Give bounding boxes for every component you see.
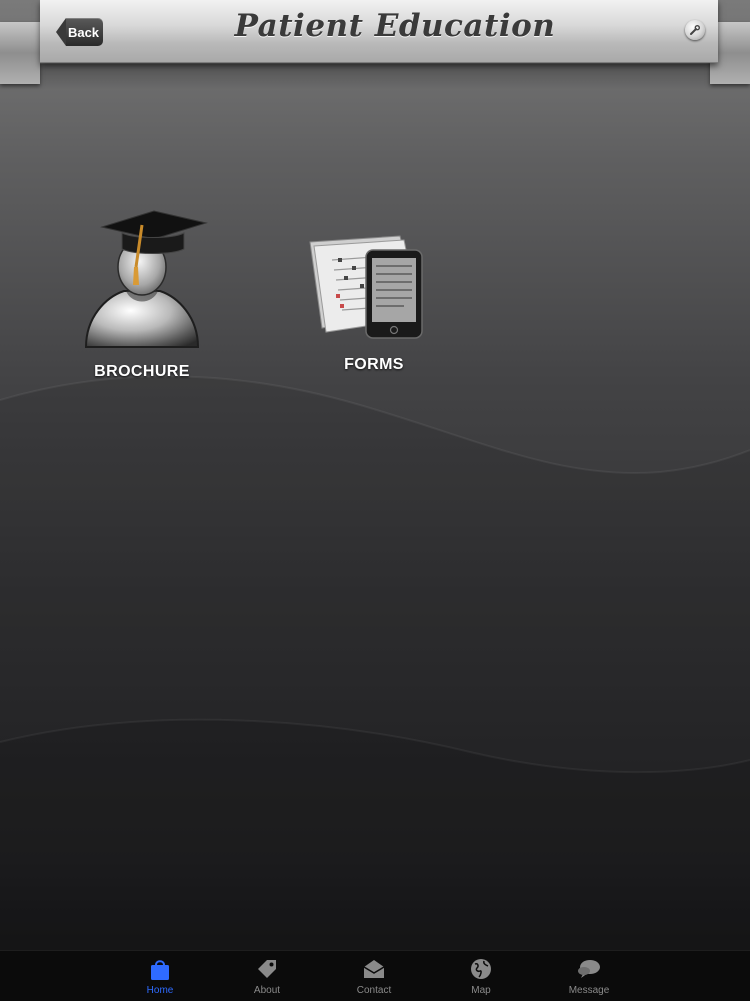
tab-bar: Home About Contact Map Message [0,950,750,1001]
tab-message[interactable]: Message [549,955,629,999]
forms-label: FORMS [344,356,404,373]
page-title: Patient Education [234,8,556,44]
wrench-icon [690,25,701,35]
tab-contact-label: Contact [356,985,392,996]
tab-home-label: Home [146,985,174,996]
envelope-icon [363,960,385,978]
tab-contact[interactable]: Contact [334,955,414,999]
tab-about-label: About [253,985,281,996]
tab-map-label: Map [471,985,491,996]
settings-button[interactable] [685,20,705,40]
header: Back Patient Education [0,0,750,90]
banner-end-left [0,22,40,84]
back-arrow-icon [56,18,66,46]
grid-item-forms[interactable]: FORMS [300,228,448,374]
bag-icon [151,960,169,980]
brochure-label: BROCHURE [94,363,190,380]
background-waves [0,375,750,950]
back-button[interactable]: Back [56,18,103,46]
tab-about[interactable]: About [227,955,307,999]
tab-home[interactable]: Home [120,955,200,999]
globe-icon [471,959,491,979]
chat-bubble-icon [578,960,600,978]
header-shadow [0,64,750,90]
tab-map[interactable]: Map [441,955,521,999]
forms-tablet-icon [309,235,423,339]
grid-item-brochure[interactable]: BROCHURE [72,205,212,381]
graduate-icon [84,210,208,348]
tab-message-label: Message [568,985,610,996]
back-button-label: Back [66,18,103,46]
tag-icon [258,960,276,978]
